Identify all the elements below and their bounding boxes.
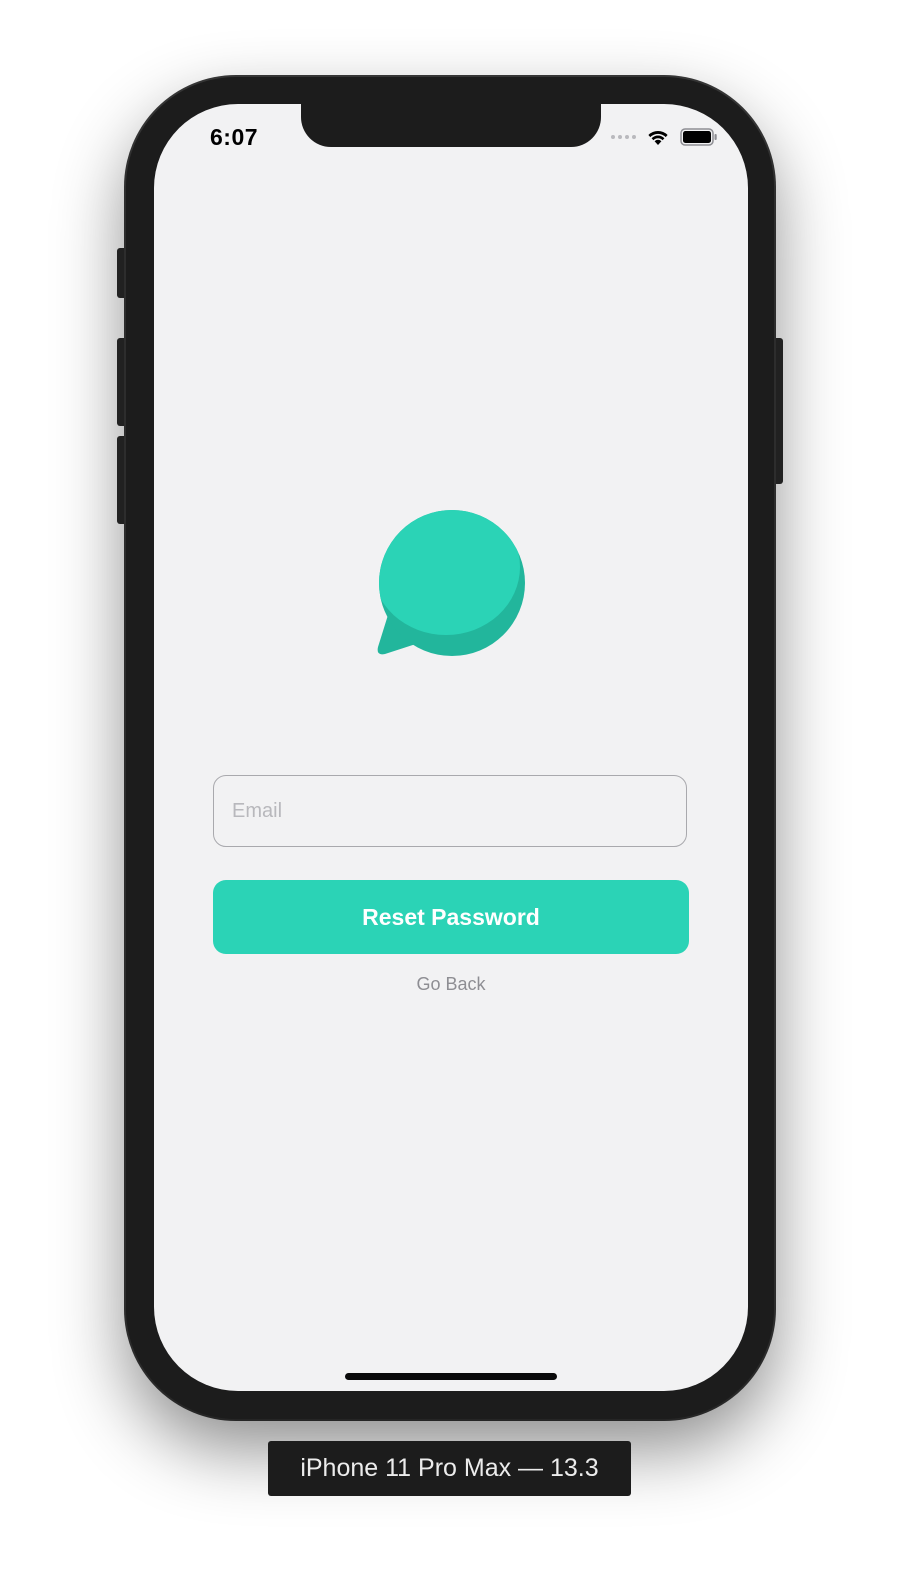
phone-screen: 6:07 Reset Password Go Back bbox=[154, 104, 748, 1391]
status-icons bbox=[611, 126, 718, 148]
reset-password-button[interactable]: Reset Password bbox=[213, 880, 689, 954]
notch bbox=[301, 104, 601, 147]
cellular-signal-icon bbox=[611, 135, 636, 139]
chat-bubble-icon bbox=[377, 510, 525, 656]
email-input[interactable] bbox=[213, 775, 687, 847]
device-label: iPhone 11 Pro Max — 13.3 bbox=[268, 1441, 631, 1496]
simulator-stage: 6:07 Reset Password Go Back bbox=[0, 0, 908, 1580]
status-time: 6:07 bbox=[210, 124, 259, 150]
home-indicator[interactable] bbox=[345, 1373, 557, 1380]
battery-icon bbox=[680, 128, 717, 146]
wifi-icon bbox=[648, 130, 668, 145]
go-back-link[interactable]: Go Back bbox=[154, 974, 748, 995]
